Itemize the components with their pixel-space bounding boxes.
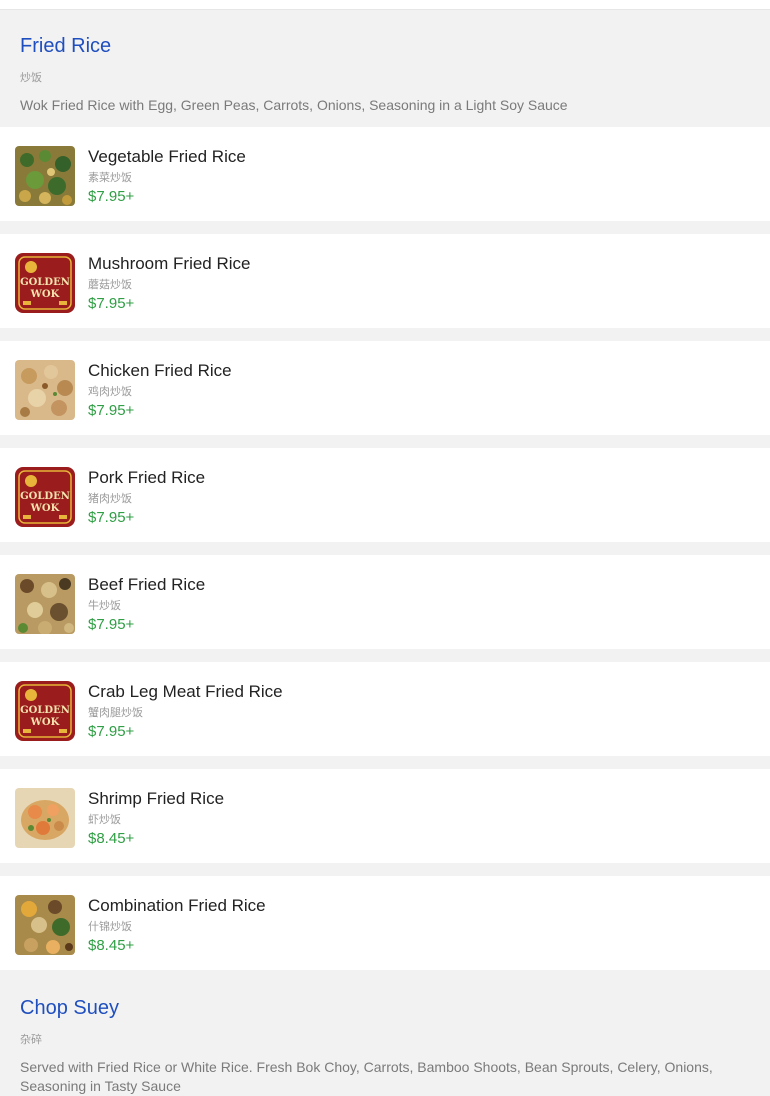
item-chinese-name: 蘑菇炒饭: [88, 278, 132, 291]
menu-item[interactable]: Combination Fried Rice 什锦炒饭 $8.45+: [0, 876, 770, 970]
golden-wok-logo-icon: GOLDEN WOK: [15, 681, 75, 741]
chicken-fried-rice-photo: [15, 360, 75, 420]
item-name: Chicken Fried Rice: [88, 361, 232, 380]
item-chinese-name: 鸡肉炒饭: [88, 385, 132, 398]
logo-line2: WOK: [30, 717, 60, 728]
menu-item[interactable]: Beef Fried Rice 牛炒饭 $7.95+: [0, 555, 770, 649]
logo-line1: GOLDEN: [20, 277, 70, 288]
menu-item[interactable]: GOLDEN WOK Mushroom Fried Rice 蘑菇炒饭 $7.9…: [0, 234, 770, 328]
item-price: $8.45+: [88, 937, 135, 954]
shrimp-fried-rice-photo: [15, 788, 75, 848]
menu-item[interactable]: GOLDEN WOK Crab Leg Meat Fried Rice 蟹肉腿炒…: [0, 662, 770, 756]
logo-line2: WOK: [30, 503, 60, 514]
logo-line1: GOLDEN: [20, 705, 70, 716]
item-chinese-name: 虾炒饭: [88, 813, 121, 826]
section-title: Fried Rice: [20, 35, 112, 57]
item-price: $7.95+: [88, 723, 135, 740]
item-name: Beef Fried Rice: [88, 575, 206, 594]
previous-section-bottom: [0, 0, 770, 10]
logo-line2: WOK: [30, 289, 60, 300]
item-chinese-name: 素菜炒饭: [88, 171, 132, 184]
menu-item[interactable]: Chicken Fried Rice 鸡肉炒饭 $7.95+: [0, 341, 770, 435]
item-price: $8.45+: [88, 830, 135, 847]
golden-wok-logo-icon: GOLDEN WOK: [15, 253, 75, 313]
item-chinese-name: 牛炒饭: [88, 599, 121, 612]
item-name: Mushroom Fried Rice: [88, 254, 251, 273]
combination-fried-rice-photo: [15, 895, 75, 955]
section-title: Chop Suey: [20, 997, 119, 1019]
item-name: Crab Leg Meat Fried Rice: [88, 682, 283, 701]
item-chinese-name: 猪肉炒饭: [88, 492, 132, 505]
menu-item[interactable]: Shrimp Fried Rice 虾炒饭 $8.45+: [0, 769, 770, 863]
item-price: $7.95+: [88, 188, 135, 205]
item-chinese-name: 蟹肉腿炒饭: [88, 706, 143, 719]
item-price: $7.95+: [88, 295, 135, 312]
item-name: Shrimp Fried Rice: [88, 789, 225, 808]
item-price: $7.95+: [88, 402, 135, 419]
menu-item[interactable]: GOLDEN WOK Pork Fried Rice 猪肉炒饭 $7.95+: [0, 448, 770, 542]
item-name: Combination Fried Rice: [88, 896, 266, 915]
item-name: Pork Fried Rice: [88, 468, 206, 487]
item-price: $7.95+: [88, 509, 135, 526]
menu-item[interactable]: Vegetable Fried Rice 素菜炒饭 $7.95+: [0, 127, 770, 221]
section-description: Wok Fried Rice with Egg, Green Peas, Car…: [20, 97, 568, 113]
item-chinese-name: 什锦炒饭: [88, 920, 132, 933]
section-description: Served with Fried Rice or White Rice. Fr…: [20, 1059, 713, 1094]
item-name: Vegetable Fried Rice: [88, 147, 246, 166]
item-price: $7.95+: [88, 616, 135, 633]
golden-wok-logo-icon: GOLDEN WOK: [15, 467, 75, 527]
section-chinese-name: 杂碎: [20, 1033, 42, 1046]
beef-fried-rice-photo: [15, 574, 75, 634]
logo-line1: GOLDEN: [20, 491, 70, 502]
vegetable-fried-rice-photo: [15, 146, 75, 206]
section-chinese-name: 炒饭: [20, 71, 42, 84]
